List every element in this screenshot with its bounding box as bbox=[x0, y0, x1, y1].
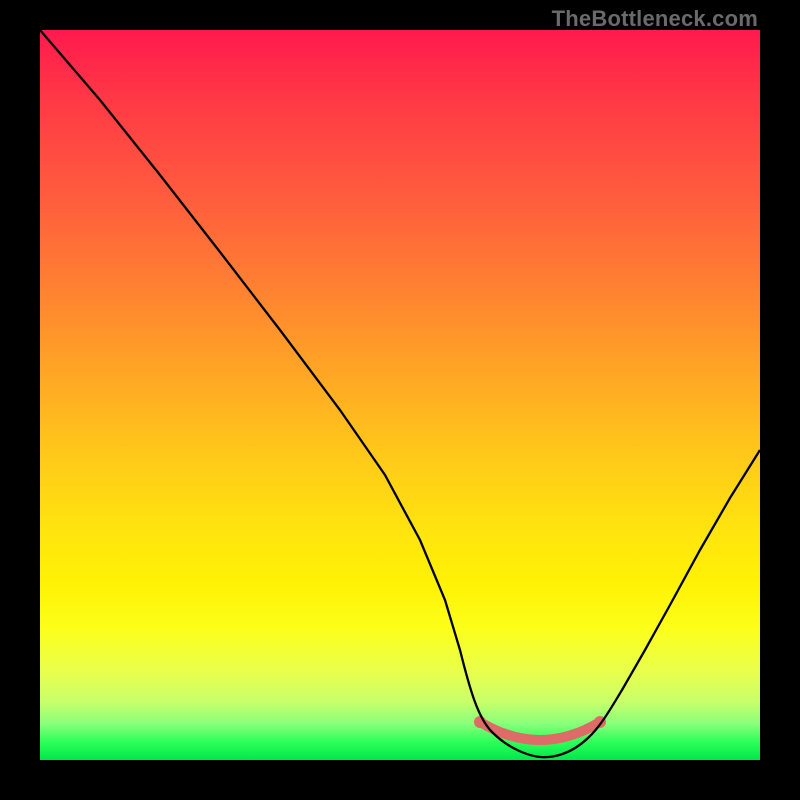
attribution-text: TheBottleneck.com bbox=[552, 6, 758, 32]
curve-svg bbox=[40, 30, 760, 760]
plot-area bbox=[40, 30, 760, 760]
optimal-range-marker bbox=[474, 716, 606, 740]
chart-frame: TheBottleneck.com bbox=[0, 0, 800, 800]
bottleneck-curve-path bbox=[40, 30, 760, 757]
